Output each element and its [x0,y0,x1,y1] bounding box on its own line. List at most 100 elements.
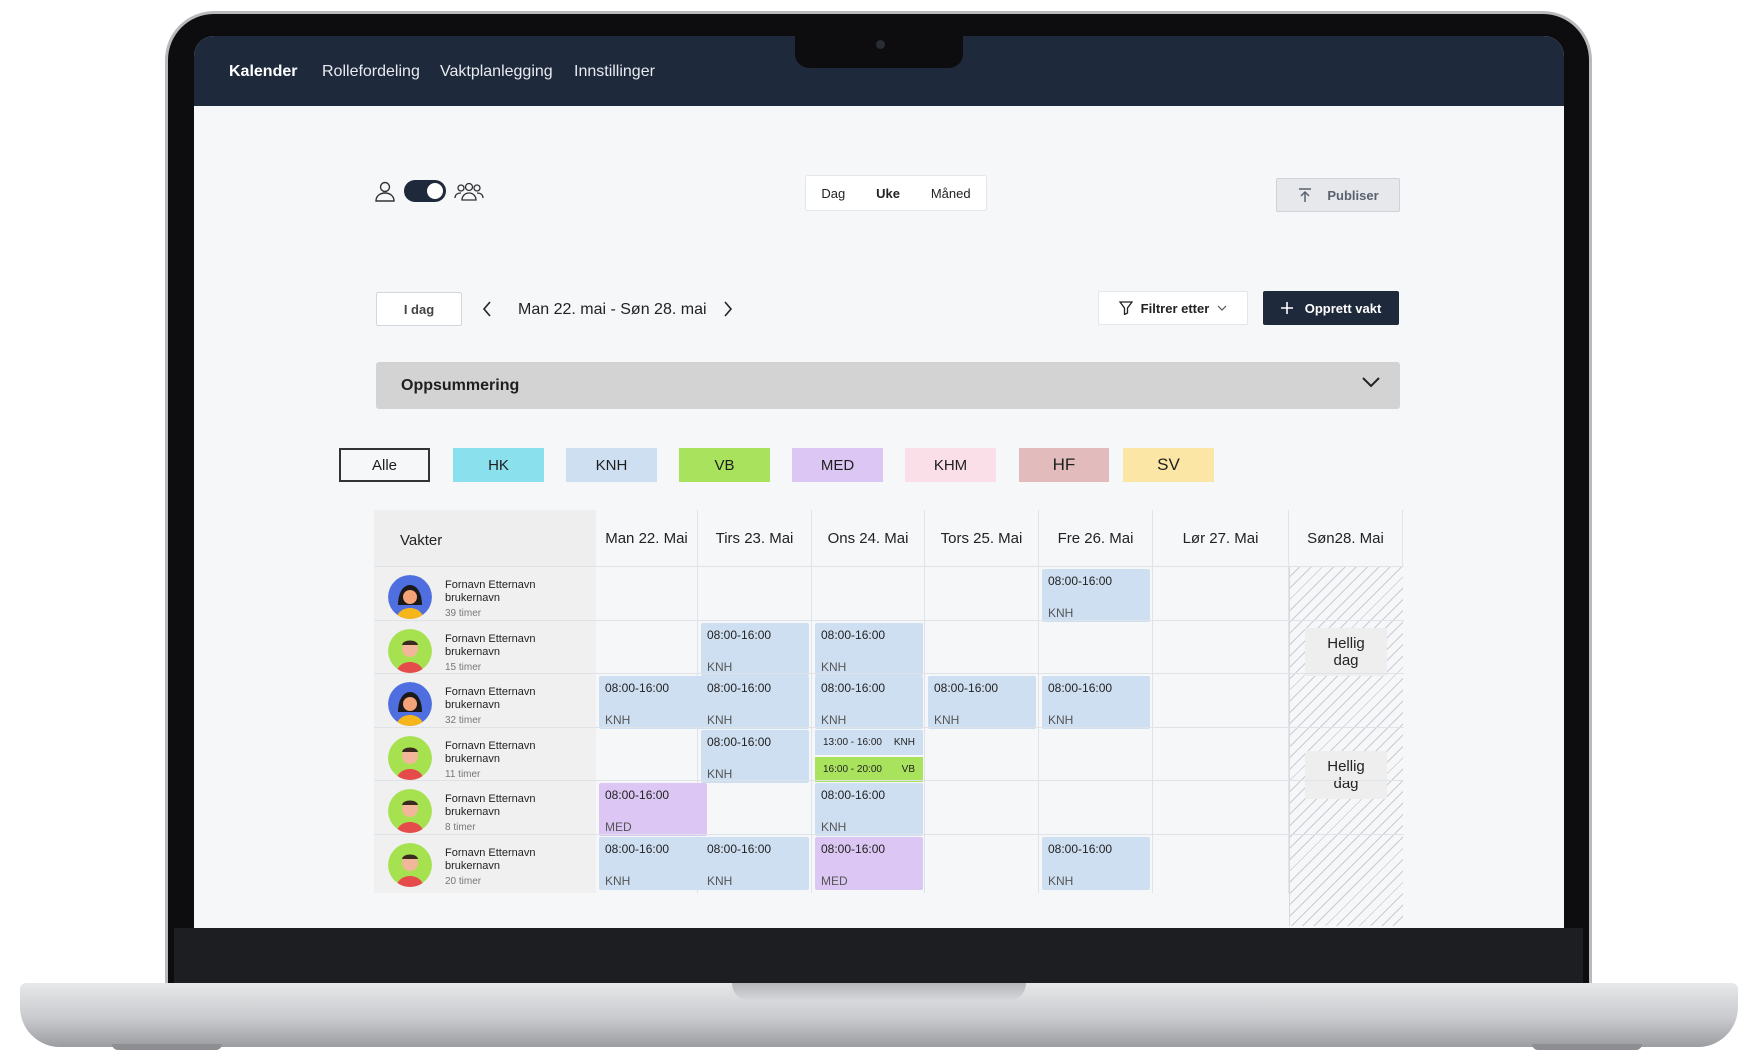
shift-block[interactable]: 08:00-16:00 MED [599,783,707,836]
chevron-down-icon [1217,305,1227,311]
shift-role: KNH [821,659,847,674]
day-cell[interactable]: 08:00-16:00 KNH [1039,834,1153,893]
shift-block[interactable]: 08:00-16:00 KNH [599,676,707,729]
day-cell[interactable]: 08:00-16:00 MED [812,834,925,893]
day-cell[interactable]: 08:00-16:00 KNH [596,834,707,893]
chip-khm[interactable]: KHM [905,448,996,482]
day-cell[interactable] [596,727,698,786]
day-cell[interactable]: 08:00-16:00 KNH [812,781,925,839]
shift-block[interactable]: 08:00-16:00 KNH [815,783,923,836]
app-screen: Kalender Rollefordeling Vaktplanlegging … [194,36,1564,928]
employee-cell[interactable]: Fornavn Etternavn brukernavn 20 timer [374,834,596,893]
shift-role: VB [901,763,915,775]
create-shift-button[interactable]: Opprett vakt [1263,291,1399,325]
day-cell[interactable] [1153,674,1289,732]
funnel-icon [1118,301,1133,315]
view-mode-toggle[interactable] [404,180,446,202]
shift-block[interactable]: 08:00-16:00 KNH [1042,676,1150,729]
day-cell[interactable] [1153,834,1289,893]
view-day[interactable]: Dag [821,186,845,201]
nav-item-kalender[interactable]: Kalender [229,63,297,81]
day-cell[interactable] [1153,727,1289,786]
shift-block[interactable]: 08:00-16:00 KNH [701,729,809,783]
employee-cell[interactable]: Fornavn Etternavn brukernavn 39 timer [374,567,596,625]
publish-button[interactable]: Publiser [1276,178,1400,212]
shift-block[interactable]: 08:00-16:00 KNH [599,836,707,890]
day-cell[interactable] [925,834,1039,893]
previous-week-button[interactable] [477,295,497,323]
employee-cell[interactable]: Fornavn Etternavn brukernavn 15 timer [374,620,596,679]
employee-name: Fornavn Etternavn [445,632,536,645]
shift-block[interactable]: 08:00-16:00 KNH [1042,836,1150,890]
day-cell[interactable] [925,620,1039,679]
avatar [388,682,432,726]
chip-vb[interactable]: VB [679,448,770,482]
chip-sv[interactable]: SV [1123,448,1214,482]
day-cell[interactable]: 08:00-16:00 MED [596,781,707,839]
employee-cell[interactable]: Fornavn Etternavn brukernavn 32 timer [374,674,596,732]
day-cell[interactable]: 08:00-16:00 KNH [698,727,812,786]
employee-hours: 20 timer [445,875,482,887]
shift-block[interactable]: 13:00 - 16:00 KNH [815,729,923,755]
day-cell[interactable]: 08:00-16:00 KNH [698,834,812,893]
chip-hf[interactable]: HF [1019,448,1109,482]
today-button[interactable]: I dag [376,292,462,326]
day-cell[interactable]: 08:00-16:00 KNH [812,620,925,679]
day-cell[interactable]: 08:00-16:00 KNH [1039,567,1153,625]
chevron-down-icon [1362,377,1380,388]
day-cell[interactable] [596,567,698,625]
day-cell[interactable] [698,781,812,839]
day-cell[interactable] [698,567,812,625]
day-cell[interactable] [1039,781,1153,839]
shift-block[interactable]: 08:00-16:00 KNH [815,676,923,729]
view-switch: Dag Uke Måned [805,175,987,211]
shifts-column-header: Vakter [374,510,596,566]
day-cell[interactable] [596,620,698,679]
day-cell[interactable]: 08:00-16:00 KNH [698,620,812,679]
day-cell[interactable] [1039,620,1153,679]
shift-block[interactable]: 16:00 - 20:00 VB [815,756,923,782]
day-cell[interactable] [812,567,925,625]
day-cell[interactable] [1153,781,1289,839]
nav-item-vaktplanlegging[interactable]: Vaktplanlegging [440,63,553,81]
shift-time: 08:00-16:00 [1048,574,1113,588]
day-cell[interactable] [1153,567,1289,625]
day-cell[interactable] [925,781,1039,839]
camera-icon [876,40,885,49]
shift-block[interactable]: 08:00-16:00 KNH [815,622,923,676]
shift-block[interactable]: 08:00-16:00 KNH [1042,569,1150,622]
filter-dropdown[interactable]: Filtrer etter [1098,291,1248,325]
day-cell[interactable]: 08:00-16:00 KNH [925,674,1039,732]
chip-knh[interactable]: KNH [566,448,657,482]
day-cell[interactable]: 08:00-16:00 KNH [1039,674,1153,732]
chip-hk[interactable]: HK [453,448,544,482]
shift-time: 08:00-16:00 [707,841,772,856]
day-cell[interactable]: 08:00-16:00 KNH [812,674,925,732]
group-icon[interactable] [454,180,484,202]
day-cell[interactable] [1039,727,1153,786]
day-cell[interactable] [925,567,1039,625]
nav-item-rollefordeling[interactable]: Rollefordeling [322,63,420,81]
day-cell[interactable] [1153,620,1289,679]
shift-block[interactable]: 08:00-16:00 KNH [701,676,809,729]
day-cell[interactable]: 13:00 - 16:00 KNH 16:00 - 20:00 VB [812,727,925,786]
shift-block[interactable]: 08:00-16:00 MED [815,836,923,890]
day-cell[interactable]: 08:00-16:00 KNH [698,674,812,732]
employee-cell[interactable]: Fornavn Etternavn brukernavn 11 timer [374,727,596,786]
shift-block[interactable]: 08:00-16:00 KNH [701,622,809,676]
employee-cell[interactable]: Fornavn Etternavn brukernavn 8 timer [374,781,596,839]
view-month[interactable]: Måned [931,186,971,201]
employee-hours: 39 timer [445,608,482,619]
chip-med[interactable]: MED [792,448,883,482]
next-week-button[interactable] [718,295,738,323]
summary-accordion[interactable]: Oppsummering [376,362,1400,409]
day-cell[interactable]: 08:00-16:00 KNH [596,674,707,732]
view-week[interactable]: Uke [876,186,900,201]
shift-block[interactable]: 08:00-16:00 KNH [928,676,1036,729]
chip-alle[interactable]: Alle [339,448,430,482]
nav-item-innstillinger[interactable]: Innstillinger [574,63,655,81]
day-cell[interactable] [925,727,1039,786]
shift-role: MED [821,873,848,888]
shift-block[interactable]: 08:00-16:00 KNH [701,836,809,890]
person-icon[interactable] [374,180,396,202]
